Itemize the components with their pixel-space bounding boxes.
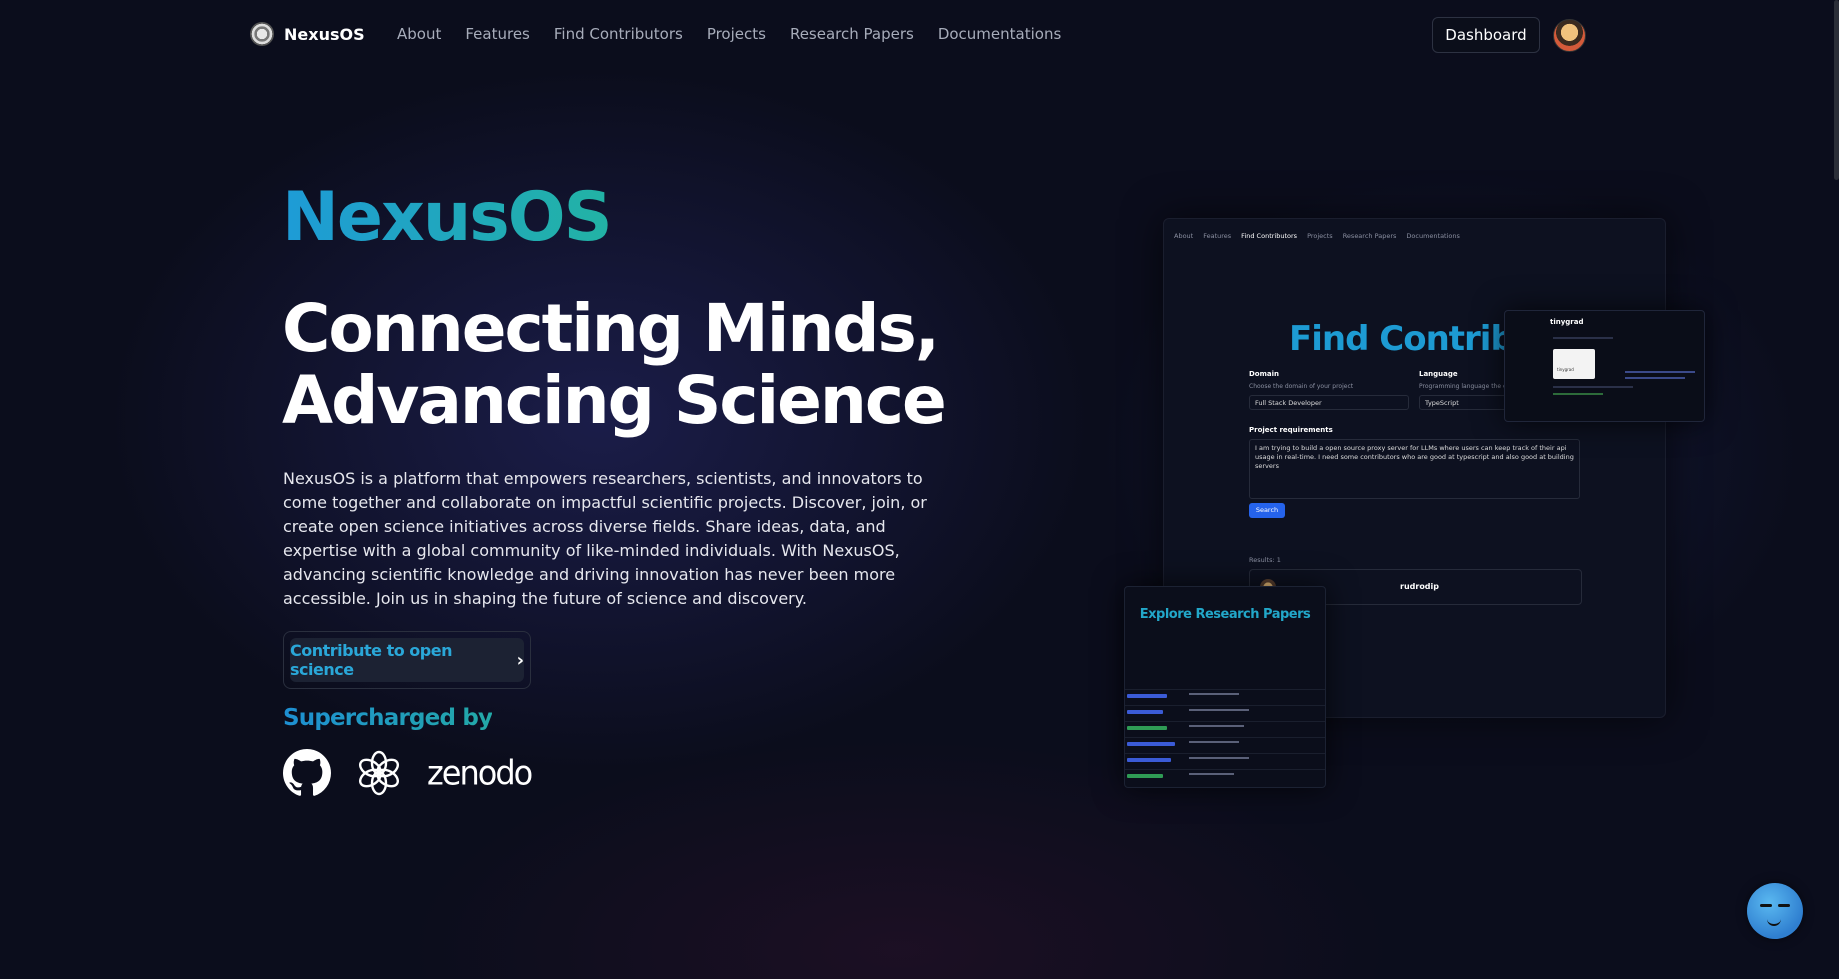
nav-link-find-contributors[interactable]: Find Contributors (554, 25, 683, 43)
headline-line-1: Connecting Minds, (282, 290, 940, 367)
preview-domain-label: Domain (1249, 370, 1280, 378)
hero-description: NexusOS is a platform that empowers rese… (283, 469, 927, 608)
hero-brand-title: NexusOS (282, 178, 613, 257)
preview-result-name: rudrodip (1400, 582, 1440, 591)
preview-nav-item: Features (1203, 232, 1232, 240)
preview-domain-select: Full Stack Developer (1249, 395, 1409, 410)
preview-language-select: TypeScript (1419, 395, 1509, 410)
contribute-button[interactable]: Contribute to open science › (290, 638, 524, 682)
supercharged-heading: Supercharged by (283, 705, 493, 731)
openai-icon (358, 750, 400, 796)
headline-line-2: Advancing Science (282, 362, 947, 439)
preview-paper-row (1125, 705, 1325, 720)
preview-results-count: Results: 1 (1249, 556, 1281, 564)
assistant-mouth-icon (1767, 917, 1781, 926)
nav-link-features[interactable]: Features (465, 25, 530, 43)
assistant-eye-icon (1760, 904, 1772, 907)
preview-nav-item: Research Papers (1342, 232, 1397, 240)
preview-nav-item: Find Contributors (1241, 232, 1298, 240)
brand-name: NexusOS (284, 24, 365, 44)
preview-paper-row (1125, 737, 1325, 752)
top-nav: NexusOS About Features Find Contributors… (0, 0, 1839, 70)
preview-nav-item: About (1174, 232, 1194, 240)
user-avatar[interactable] (1553, 19, 1586, 52)
chevron-right-icon: › (516, 649, 524, 671)
page-scrollbar[interactable] (1834, 0, 1839, 180)
nav-link-about[interactable]: About (397, 25, 441, 43)
preview-language-sub: Programming language the co (1419, 383, 1510, 390)
nav-link-projects[interactable]: Projects (707, 25, 766, 43)
preview-profile-name: tinygrad (1550, 318, 1584, 326)
preview-papers-title: Explore Research Papers (1139, 607, 1311, 622)
zenodo-logo: zenodo (427, 753, 533, 793)
github-icon (283, 749, 331, 796)
preview-profile-image (1553, 349, 1595, 379)
hero-headline: Connecting Minds, Advancing Science (282, 293, 982, 437)
preview-nav: About Features Find Contributors Project… (1174, 232, 1460, 240)
preview-nav-item: Documentations (1406, 232, 1460, 240)
preview-profile-line (1553, 393, 1603, 395)
preview-language-label: Language (1419, 370, 1458, 378)
preview-profile-line (1553, 386, 1633, 388)
dashboard-button[interactable]: Dashboard (1432, 17, 1540, 53)
nav-link-research-papers[interactable]: Research Papers (790, 25, 914, 43)
brand-link[interactable]: NexusOS (250, 22, 365, 46)
preview-nav-item: Projects (1307, 232, 1333, 240)
preview-requirements-label: Project requirements (1249, 426, 1333, 434)
assistant-eye-icon (1778, 904, 1790, 907)
nav-links: About Features Find Contributors Project… (397, 25, 1085, 43)
preview-paper-row (1125, 721, 1325, 736)
preview-research-papers: Explore Research Papers (1124, 586, 1326, 788)
preview-profile-image-caption: tinygrad (1557, 367, 1574, 372)
preview-search-button: Search (1249, 503, 1285, 518)
assistant-chat-button[interactable] (1747, 883, 1803, 939)
preview-domain-sub: Choose the domain of your project (1249, 383, 1354, 390)
preview-paper-row (1125, 769, 1325, 784)
preview-profile-line (1625, 377, 1685, 379)
cta-wrapper: Contribute to open science › (283, 631, 531, 689)
preview-profile-line (1625, 371, 1695, 373)
preview-paper-row (1125, 753, 1325, 768)
contribute-button-label: Contribute to open science (290, 641, 452, 679)
preview-paper-row (1125, 689, 1325, 704)
preview-profile-line (1553, 337, 1613, 339)
preview-profile: tinygrad tinygrad (1504, 310, 1705, 422)
preview-requirements-textarea: I am trying to build a open source proxy… (1249, 439, 1580, 499)
nexusos-logo-icon (250, 22, 274, 46)
partner-logos: zenodo (283, 749, 533, 797)
nav-link-documentations[interactable]: Documentations (938, 25, 1061, 43)
